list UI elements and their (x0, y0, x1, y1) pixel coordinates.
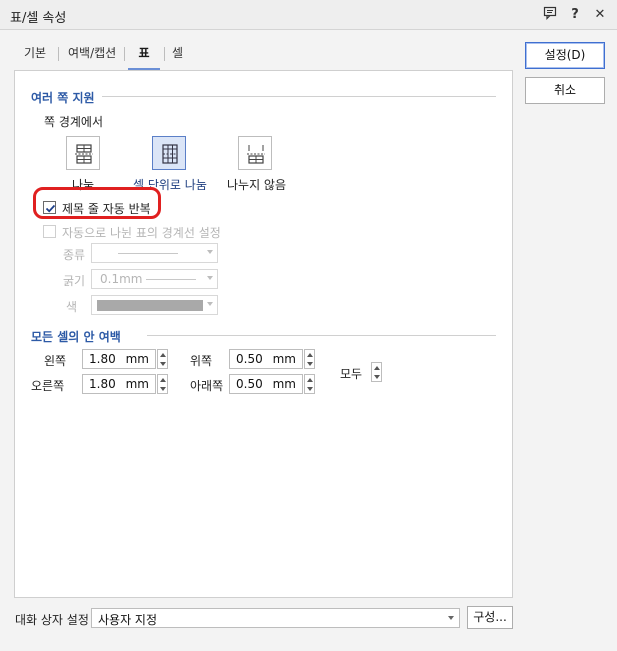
thickness-combo[interactable]: 0.1mm (91, 269, 218, 289)
section-divider (102, 96, 496, 97)
unit-label: mm (272, 352, 296, 366)
multi-page-section-title: 여러 쪽 지원 (31, 91, 95, 105)
close-button[interactable]: ✕ (591, 6, 609, 24)
tab-separator (164, 47, 165, 61)
window-title: 표/셀 속성 (10, 11, 67, 26)
no-split-option-label: 나누지 않음 (227, 178, 287, 192)
dropdown-arrow-icon (448, 616, 454, 620)
configure-button[interactable]: 구성... (467, 606, 513, 629)
dialog-settings-label: 대화 상자 설정 (15, 613, 89, 627)
table-nosplit-icon (247, 145, 265, 164)
line-type-label: 종류 (63, 248, 86, 262)
dropdown-arrow-icon (207, 276, 213, 280)
color-label: 색 (66, 300, 78, 314)
line-type-preview (118, 253, 178, 254)
bottom-margin-label: 아래쪽 (190, 379, 224, 393)
tab-margin-caption[interactable]: 여백/캡션 (68, 42, 116, 70)
page-border-label: 쪽 경계에서 (44, 115, 104, 129)
tab-separator (58, 47, 59, 61)
dropdown-arrow-icon (207, 250, 213, 254)
spin-up-icon[interactable] (374, 366, 380, 370)
line-type-combo[interactable] (91, 243, 218, 263)
comment-icon[interactable] (541, 6, 559, 24)
table-split-icon (75, 144, 93, 164)
split-option-button[interactable] (66, 136, 100, 170)
top-margin-value: 0.50 (236, 352, 263, 366)
left-margin-label: 왼쪽 (44, 354, 67, 368)
left-margin-spinner[interactable] (157, 349, 168, 369)
thickness-value: 0.1mm (100, 272, 143, 286)
spin-up-icon[interactable] (307, 353, 313, 357)
spin-down-icon[interactable] (160, 387, 166, 391)
right-margin-label: 오른쪽 (31, 379, 65, 393)
dialog-settings-combo[interactable]: 사용자 지정 (91, 608, 460, 628)
no-split-option-button[interactable] (238, 136, 272, 170)
auto-border-checkbox[interactable] (43, 225, 56, 238)
all-margin-label: 모두 (340, 367, 363, 381)
spin-up-icon[interactable] (307, 378, 313, 382)
spin-up-icon[interactable] (160, 353, 166, 357)
left-margin-value: 1.80 (89, 352, 116, 366)
dropdown-arrow-icon (207, 302, 213, 306)
dialog-settings-value: 사용자 지정 (98, 613, 158, 627)
top-margin-spinner[interactable] (304, 349, 315, 369)
right-margin-value: 1.80 (89, 377, 116, 391)
thickness-label: 굵기 (63, 274, 86, 288)
left-margin-input[interactable]: 1.80 mm (82, 349, 156, 369)
right-margin-input[interactable]: 1.80 mm (82, 374, 156, 394)
section-divider (147, 335, 496, 336)
top-margin-input[interactable]: 0.50 mm (229, 349, 303, 369)
tab-separator (124, 47, 125, 61)
spin-down-icon[interactable] (160, 362, 166, 366)
spin-down-icon[interactable] (307, 362, 313, 366)
unit-label: mm (125, 352, 149, 366)
red-highlight-annotation (33, 187, 161, 219)
bottom-margin-spinner[interactable] (304, 374, 315, 394)
all-margin-spinner[interactable] (371, 362, 382, 382)
table-split-cell-icon (162, 144, 178, 164)
top-margin-label: 위쪽 (190, 354, 213, 368)
bottom-margin-input[interactable]: 0.50 mm (229, 374, 303, 394)
tab-basic[interactable]: 기본 (24, 42, 46, 70)
tab-table[interactable]: 표 (128, 42, 160, 70)
color-swatch (97, 300, 203, 311)
bottom-margin-value: 0.50 (236, 377, 263, 391)
help-button[interactable]: ? (566, 6, 584, 24)
right-margin-spinner[interactable] (157, 374, 168, 394)
color-combo[interactable] (91, 295, 218, 315)
spin-up-icon[interactable] (160, 378, 166, 382)
auto-border-label: 자동으로 나뉜 표의 경계선 설정 (62, 226, 221, 240)
cell-margin-section-title: 모든 셀의 안 여백 (31, 330, 121, 344)
unit-label: mm (272, 377, 296, 391)
spin-down-icon[interactable] (374, 375, 380, 379)
split-by-cell-option-button[interactable] (152, 136, 186, 170)
unit-label: mm (125, 377, 149, 391)
title-bar: 표/셀 속성 ? ✕ (0, 0, 617, 30)
spin-down-icon[interactable] (307, 387, 313, 391)
tab-cell[interactable]: 셀 (172, 42, 183, 70)
thickness-preview (146, 279, 196, 280)
cancel-button[interactable]: 취소 (525, 77, 605, 104)
ok-button[interactable]: 설정(D) (525, 42, 605, 69)
